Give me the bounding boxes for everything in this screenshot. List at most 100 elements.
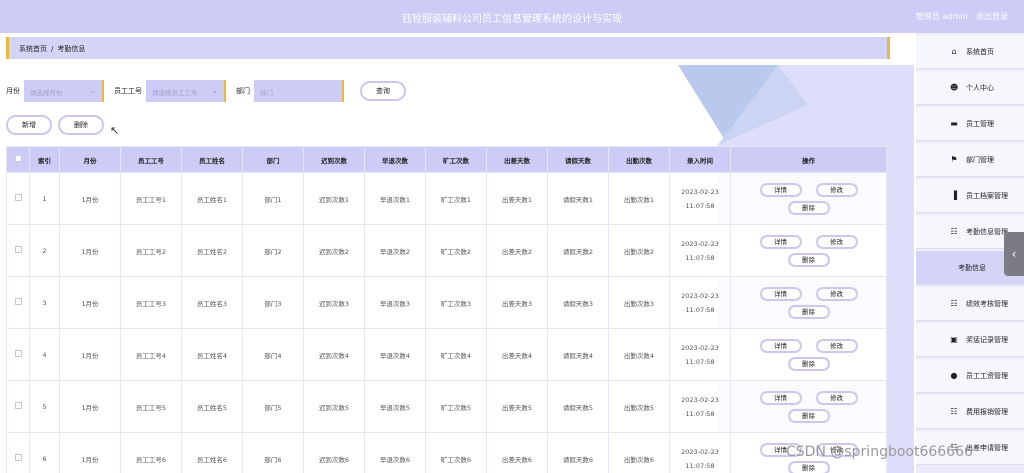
table-cell: 员工工号5 bbox=[120, 380, 182, 433]
sidebar-item-label: 考勤信息 bbox=[958, 263, 986, 272]
table-cell: 2023-02-23 11:07:58 bbox=[669, 380, 731, 433]
search-button[interactable]: 查询 bbox=[360, 81, 406, 101]
sidebar-item-4[interactable]: ⚑ 部门管理 bbox=[916, 143, 1024, 177]
department-label: 部门 bbox=[236, 87, 250, 95]
row-select-cell[interactable] bbox=[6, 172, 30, 225]
employee-id-select[interactable]: 请选择员工工号 ⌄ bbox=[146, 80, 226, 102]
table-cell: 迟到次数2 bbox=[303, 224, 365, 277]
edit-button[interactable]: 修改 bbox=[815, 286, 858, 301]
department-input[interactable]: 部门 bbox=[254, 80, 344, 102]
month-label: 月份 bbox=[6, 87, 20, 95]
chevron-down-icon: ⌄ bbox=[211, 86, 218, 95]
table-cell: 请假天数1 bbox=[547, 172, 609, 225]
detail-button[interactable]: 详情 bbox=[759, 234, 802, 249]
pin-icon: ● bbox=[950, 371, 958, 380]
table-cell: 请假天数4 bbox=[547, 328, 609, 381]
select-all-header[interactable] bbox=[6, 146, 30, 173]
table-cell: 出差天数1 bbox=[486, 172, 548, 225]
table-cell: 部门4 bbox=[242, 328, 304, 381]
table-cell: 6 bbox=[29, 432, 60, 473]
table-cell: 2023-02-23 11:07:58 bbox=[669, 276, 731, 329]
delete-button[interactable]: 删除 bbox=[787, 252, 830, 267]
table-cell: 部门5 bbox=[242, 380, 304, 433]
month-placeholder: 请选择月份 bbox=[30, 89, 63, 97]
breadcrumb-current: 考勤信息 bbox=[57, 45, 86, 53]
detail-button[interactable]: 详情 bbox=[759, 338, 802, 353]
row-checkbox[interactable] bbox=[14, 402, 22, 409]
detail-button[interactable]: 详情 bbox=[759, 286, 802, 301]
sidebar-item-label: 费用报销管理 bbox=[966, 407, 1008, 416]
row-select-cell[interactable] bbox=[6, 380, 30, 433]
bar-chart-icon: ▐ bbox=[950, 191, 958, 200]
edit-button[interactable]: 修改 bbox=[815, 182, 858, 197]
sidebar-item-label: 员工档案管理 bbox=[966, 191, 1008, 200]
table-cell: 出勤次数1 bbox=[608, 172, 670, 225]
table-cell: 早退次数2 bbox=[364, 224, 426, 277]
user-icon: ☻ bbox=[950, 83, 959, 92]
table-cell: 1 bbox=[29, 172, 60, 225]
sidebar-item-5[interactable]: ▐ 员工档案管理 bbox=[916, 179, 1024, 213]
table-cell: 出勤次数3 bbox=[608, 276, 670, 329]
operation-cell: 详情 修改删除 bbox=[730, 328, 887, 381]
table-cell: 2 bbox=[29, 224, 60, 277]
grid-icon: ☷ bbox=[950, 227, 958, 236]
table-cell: 员工姓名6 bbox=[181, 432, 243, 473]
row-select-cell[interactable] bbox=[6, 328, 30, 381]
table-cell: 出差天数5 bbox=[486, 380, 548, 433]
row-checkbox[interactable] bbox=[14, 350, 22, 357]
chevron-down-icon: ⌄ bbox=[89, 86, 96, 95]
sidebar-item-9[interactable]: ▣ 奖惩记录管理 bbox=[916, 323, 1024, 357]
sidebar-item-2[interactable]: ☻ 个人中心 bbox=[916, 71, 1024, 105]
table-cell: 部门2 bbox=[242, 224, 304, 277]
delete-button[interactable]: 删除 bbox=[787, 356, 830, 371]
edit-button[interactable]: 修改 bbox=[815, 234, 858, 249]
watermark: CSDN @springboot666666 bbox=[786, 444, 973, 460]
table-cell: 1月份 bbox=[59, 432, 121, 473]
batch-delete-button[interactable]: 删除 bbox=[58, 115, 104, 135]
delete-button[interactable]: 删除 bbox=[787, 200, 830, 215]
sidebar-item-1[interactable]: ⌂ 系统首页 bbox=[916, 35, 1024, 69]
row-checkbox[interactable] bbox=[14, 454, 22, 461]
table-cell: 出勤次数2 bbox=[608, 224, 670, 277]
edit-button[interactable]: 修改 bbox=[815, 338, 858, 353]
search-bar: 月份 请选择月份 ⌄ 员工工号 请选择员工工号 ⌄ 部门 部门 查询 bbox=[6, 80, 406, 102]
row-select-cell[interactable] bbox=[6, 432, 30, 473]
sidebar-item-11[interactable]: ☷ 费用报销管理 bbox=[916, 395, 1024, 429]
table-cell: 员工工号3 bbox=[120, 276, 182, 329]
logout-link[interactable]: 退出登录 bbox=[976, 12, 1008, 21]
edit-button[interactable]: 修改 bbox=[815, 390, 858, 405]
flag-icon: ⚑ bbox=[950, 155, 958, 164]
table-cell: 员工姓名2 bbox=[181, 224, 243, 277]
row-select-cell[interactable] bbox=[6, 224, 30, 277]
table-cell: 出差天数2 bbox=[486, 224, 548, 277]
collapse-handle-chevron-left-icon[interactable]: ‹ bbox=[1004, 232, 1024, 276]
row-checkbox[interactable] bbox=[14, 246, 22, 253]
row-checkbox[interactable] bbox=[14, 194, 22, 201]
delete-button[interactable]: 删除 bbox=[787, 304, 830, 319]
sidebar-item-8[interactable]: ☷ 绩效考核管理 bbox=[916, 287, 1024, 321]
operation-cell: 详情 修改删除 bbox=[730, 172, 887, 225]
operation-cell: 详情 修改删除 bbox=[730, 224, 887, 277]
month-select[interactable]: 请选择月份 ⌄ bbox=[24, 80, 104, 102]
row-select-cell[interactable] bbox=[6, 276, 30, 329]
app-title: 钰铨服装辅料公司员工信息管理系统的设计与实现 bbox=[402, 14, 622, 25]
select-all-checkbox[interactable] bbox=[14, 155, 22, 162]
delete-button[interactable]: 删除 bbox=[787, 460, 830, 473]
detail-button[interactable]: 详情 bbox=[759, 390, 802, 405]
sidebar-item-label: 系统首页 bbox=[966, 47, 994, 56]
sidebar-item-10[interactable]: ● 员工工资管理 bbox=[916, 359, 1024, 393]
home-icon: ⌂ bbox=[951, 47, 957, 56]
table-cell: 员工工号1 bbox=[120, 172, 182, 225]
grid-icon: ☷ bbox=[950, 299, 958, 308]
row-checkbox[interactable] bbox=[14, 298, 22, 305]
user-role: 管理员 admin bbox=[915, 12, 968, 21]
table-cell: 1月份 bbox=[59, 172, 121, 225]
add-button[interactable]: 新增 bbox=[6, 115, 52, 135]
detail-button[interactable]: 详情 bbox=[759, 182, 802, 197]
column-header: 出勤次数 bbox=[608, 146, 670, 173]
breadcrumb-home[interactable]: 系统首页 bbox=[19, 45, 47, 53]
table-header-row: 索引 月份 员工工号 员工姓名 部门 迟到次数 早退次数 旷工次数 出差天数 请… bbox=[6, 146, 887, 173]
delete-button[interactable]: 删除 bbox=[787, 408, 830, 423]
card-icon: ▬ bbox=[950, 119, 958, 128]
sidebar-item-3[interactable]: ▬ 员工管理 bbox=[916, 107, 1024, 141]
